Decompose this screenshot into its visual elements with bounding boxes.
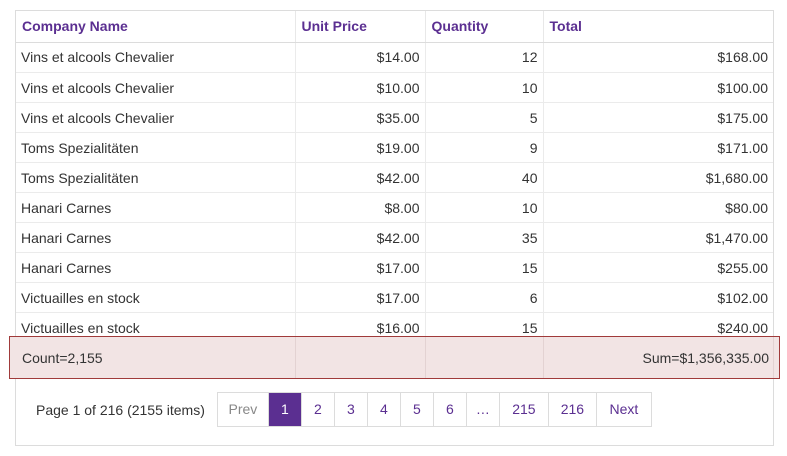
table-row[interactable]: Vins et alcools Chevalier $14.00 12 $168.00 (16, 42, 773, 73)
pager-prev-button[interactable]: Prev (218, 393, 269, 426)
table-row[interactable]: Vins et alcools Chevalier $10.00 10 $100.00 (16, 72, 773, 103)
summary-sum: Sum=$1,356,335.00 (642, 350, 770, 366)
grid-body[interactable]: Vins et alcools Chevalier $14.00 12 $168.00… (16, 42, 773, 354)
cell-unit-price: $8.00 (295, 192, 426, 223)
table-row[interactable]: Hanari Carnes $8.00 10 $80.00 (16, 192, 773, 223)
cell-quantity: 6 (425, 282, 544, 313)
cell-company-name: Vins et alcools Chevalier (16, 72, 296, 103)
cell-total: $1,470.00 (543, 222, 773, 253)
pager: Page 1 of 216 (2155 items) Prev 1 2 3 4 5 6… 2… (36, 392, 652, 427)
cell-company-name: Hanari Carnes (16, 192, 296, 223)
cell-quantity: 10 (425, 72, 544, 103)
cell-quantity: 12 (425, 42, 544, 73)
cell-unit-price: $42.00 (295, 162, 426, 193)
summary-count: Count=2,155 (22, 350, 103, 366)
table-row[interactable]: Toms Spezialitäten $19.00 9 $171.00 (16, 132, 773, 163)
table-row[interactable]: Vins et alcools Chevalier $35.00 5 $175.00 (16, 102, 773, 133)
pager-page-6[interactable]: 6 (434, 393, 467, 426)
header-unit-price[interactable]: Unit Price (295, 11, 426, 43)
pager-page-216[interactable]: 216 (549, 393, 597, 426)
pager-page-3[interactable]: 3 (335, 393, 368, 426)
cell-unit-price: $14.00 (295, 42, 426, 73)
summary-row: Count=2,155 Sum=$1,356,335.00 (9, 336, 780, 379)
pager-info: Page 1 of 216 (2155 items) (36, 401, 205, 418)
table-row[interactable]: Toms Spezialitäten $42.00 40 $1,680.00 (16, 162, 773, 193)
cell-company-name: Victuailles en stock (16, 282, 296, 313)
table-row[interactable]: Hanari Carnes $42.00 35 $1,470.00 (16, 222, 773, 253)
cell-unit-price: $42.00 (295, 222, 426, 253)
cell-total: $175.00 (543, 102, 773, 133)
cell-total: $80.00 (543, 192, 773, 223)
pager-next-button[interactable]: Next (597, 393, 651, 426)
cell-quantity: 15 (425, 252, 544, 283)
cell-total: $1,680.00 (543, 162, 773, 193)
pager-buttons: Prev 1 2 3 4 5 6… 215 216 Next (216, 392, 652, 427)
pager-page-2[interactable]: 2 (302, 393, 335, 426)
cell-unit-price: $10.00 (295, 72, 426, 103)
pager-page-1[interactable]: 1 (268, 393, 302, 426)
cell-quantity: 9 (425, 132, 544, 163)
cell-unit-price: $19.00 (295, 132, 426, 163)
cell-company-name: Toms Spezialitäten (16, 162, 296, 193)
table-row[interactable]: Victuailles en stock $17.00 6 $102.00 (16, 282, 773, 313)
cell-quantity: 40 (425, 162, 544, 193)
cell-company-name: Hanari Carnes (16, 222, 296, 253)
header-total[interactable]: Total (543, 11, 773, 43)
cell-total: $102.00 (543, 282, 773, 313)
cell-company-name: Toms Spezialitäten (16, 132, 296, 163)
cell-quantity: 10 (425, 192, 544, 223)
header-quantity[interactable]: Quantity (425, 11, 544, 43)
pager-page-5[interactable]: 5 (401, 393, 434, 426)
cell-company-name: Hanari Carnes (16, 252, 296, 283)
pager-page-4[interactable]: 4 (368, 393, 401, 426)
grid-table: Company Name Unit Price Quantity Total (16, 11, 773, 43)
cell-unit-price: $17.00 (295, 252, 426, 283)
cell-quantity: 5 (425, 102, 544, 133)
table-row[interactable]: Hanari Carnes $17.00 15 $255.00 (16, 252, 773, 283)
header-row: Company Name Unit Price Quantity Total (16, 11, 773, 43)
cell-unit-price: $17.00 (295, 282, 426, 313)
header-company-name[interactable]: Company Name (16, 11, 296, 43)
cell-company-name: Vins et alcools Chevalier (16, 102, 296, 133)
cell-total: $100.00 (543, 72, 773, 103)
cell-company-name: Vins et alcools Chevalier (16, 42, 296, 73)
pager-page-215[interactable]: 215 (500, 393, 549, 426)
cell-unit-price: $35.00 (295, 102, 426, 133)
cell-quantity: 35 (425, 222, 544, 253)
pager-ellipsis[interactable]: … (467, 393, 500, 426)
cell-total: $168.00 (543, 42, 773, 73)
data-grid: Company Name Unit Price Quantity Total V… (15, 10, 774, 446)
cell-total: $171.00 (543, 132, 773, 163)
cell-total: $255.00 (543, 252, 773, 283)
